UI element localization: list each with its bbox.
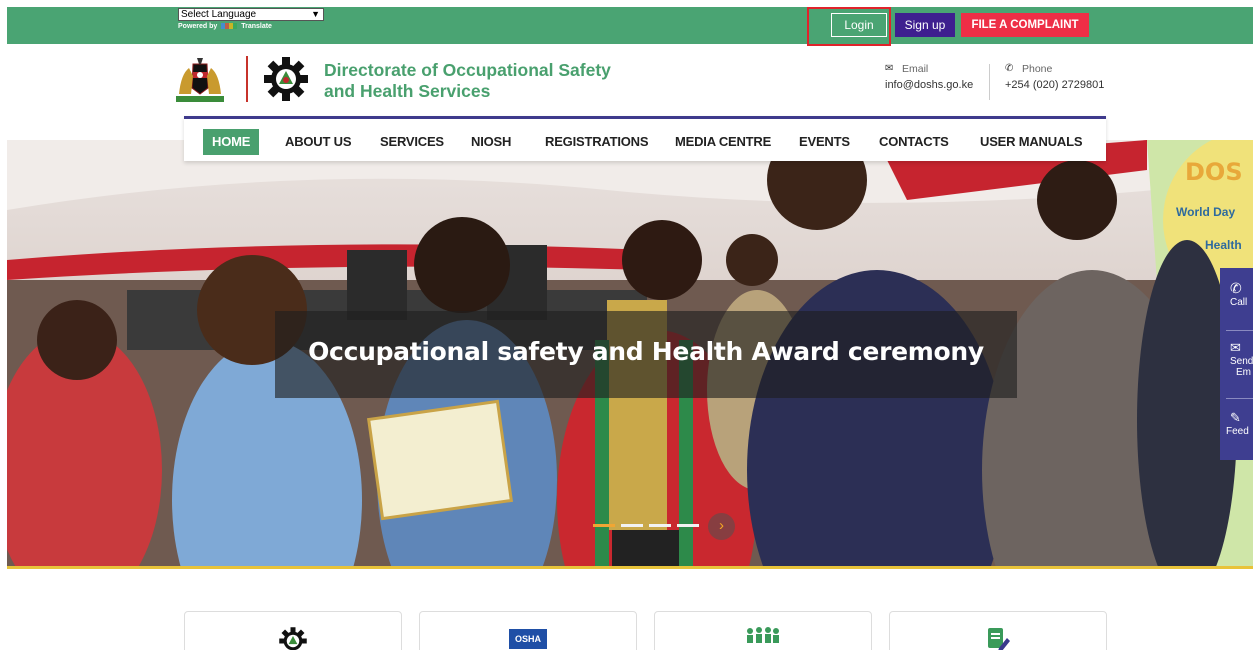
call-widget-item[interactable]: ✆ Call [1230, 280, 1247, 308]
slider-dot-4[interactable] [677, 524, 699, 527]
email-label: Email [902, 63, 929, 75]
nav-media-centre[interactable]: MEDIA CENTRE [675, 129, 771, 155]
people-group-icon [747, 627, 779, 643]
logo-divider [246, 56, 248, 102]
widget-divider [1226, 398, 1253, 399]
nav-user-manuals[interactable]: USER MANUALS [980, 129, 1083, 155]
powered-by-google[interactable]: Powered by Translate [178, 23, 272, 30]
nav-contacts[interactable]: CONTACTS [879, 129, 949, 155]
document-edit-icon [988, 628, 1010, 650]
banner-sub2: Health [1205, 238, 1242, 252]
banner-title: DOS [1185, 158, 1243, 186]
widget-divider [1226, 330, 1253, 331]
powered-by-label: Powered by [178, 23, 218, 30]
envelope-icon: ✉ [885, 63, 894, 74]
nav-registrations[interactable]: REGISTRATIONS [545, 129, 649, 155]
email-value: info@doshs.go.ke [885, 79, 974, 91]
signup-button[interactable]: Sign up [895, 13, 955, 37]
floating-contact-widget: ✆ Call ✉ Send Em ✎ Feed [1220, 268, 1253, 460]
osha-logo-icon: OSHA [509, 629, 547, 649]
dosh-gear-logo[interactable] [262, 55, 310, 103]
chevron-down-icon: ▼ [311, 9, 320, 19]
org-name-line2: and Health Services [324, 81, 491, 101]
feedback-label: Feed [1226, 426, 1249, 437]
slider-dot-3[interactable] [649, 524, 671, 527]
nav-about-us[interactable]: ABOUT US [285, 129, 351, 155]
nav-events[interactable]: EVENTS [799, 129, 850, 155]
phone-value: +254 (020) 2729801 [1005, 79, 1105, 91]
slider-next-arrow-icon[interactable]: › [708, 513, 735, 540]
file-complaint-button[interactable]: FILE A COMPLAINT [961, 13, 1089, 37]
login-button[interactable]: Login [831, 13, 887, 37]
send-label: Send [1230, 356, 1253, 367]
feedback-widget-item[interactable]: ✎ Feed [1226, 410, 1249, 437]
slider-dot-1[interactable] [593, 524, 615, 527]
service-card-dosh[interactable] [184, 611, 402, 650]
language-select-label: Select Language [181, 9, 257, 20]
nav-niosh[interactable]: NIOSH [471, 129, 511, 155]
phone-label: Phone [1022, 63, 1053, 75]
send-email-widget-item[interactable]: ✉ Send Em [1230, 340, 1253, 378]
main-navigation: HOME ABOUT US SERVICES NIOSH REGISTRATIO… [184, 116, 1106, 161]
feedback-icon: ✎ [1230, 410, 1241, 425]
envelope-icon: ✉ [1230, 340, 1241, 355]
service-card-osha[interactable]: OSHA [419, 611, 637, 650]
language-select[interactable]: Select Language ▼ [178, 8, 324, 21]
slider-dot-2[interactable] [621, 524, 643, 527]
service-card-forms[interactable] [889, 611, 1107, 650]
hero-caption-box: Occupational safety and Health Award cer… [275, 311, 1017, 398]
phone-icon: ✆ [1005, 63, 1014, 74]
contact-phone[interactable]: ✆ Phone +254 (020) 2729801 [1005, 63, 1104, 91]
call-label: Call [1230, 297, 1248, 308]
org-name-line1: Directorate of Occupational Safety [324, 60, 611, 80]
service-card-workers[interactable] [654, 611, 872, 650]
translate-label: Translate [241, 23, 272, 30]
kenya-coat-of-arms-logo[interactable] [175, 54, 225, 104]
banner-sub1: World Day [1176, 205, 1236, 219]
hero-caption: Occupational safety and Health Award cer… [308, 337, 984, 366]
organization-name[interactable]: Directorate of Occupational Safety and H… [324, 60, 611, 102]
contact-divider [989, 64, 990, 100]
dosh-gear-icon [279, 627, 307, 650]
phone-icon: ✆ [1230, 280, 1242, 296]
nav-home[interactable]: HOME [203, 129, 260, 155]
nav-services[interactable]: SERVICES [380, 129, 444, 155]
hero-bottom-divider [7, 566, 1253, 569]
email-label: Em [1236, 367, 1251, 378]
contact-email[interactable]: ✉ Email info@doshs.go.ke [885, 63, 973, 91]
google-logo-icon [221, 23, 238, 30]
